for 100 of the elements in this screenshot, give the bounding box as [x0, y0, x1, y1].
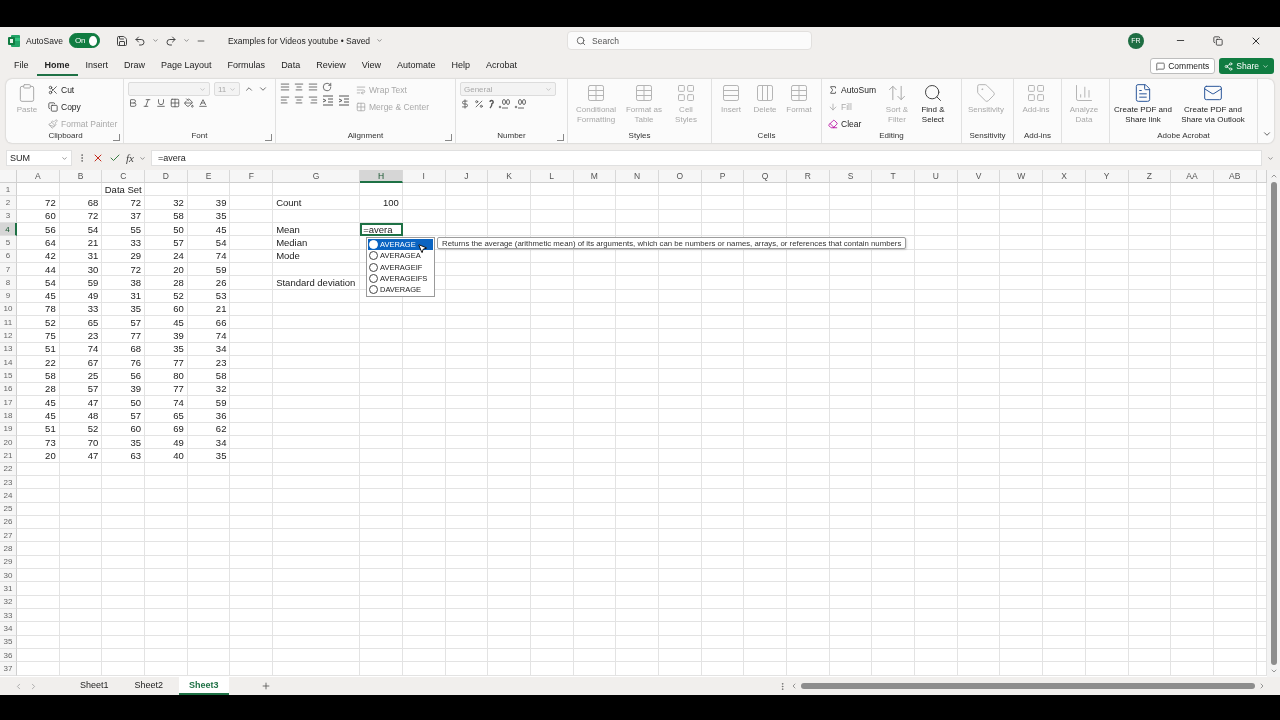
group-label: Alignment	[347, 131, 384, 142]
column-header[interactable]: B	[59, 170, 103, 183]
ribbon-tab[interactable]: Formulas	[219, 56, 274, 76]
column-header[interactable]: M	[573, 170, 617, 183]
row-header[interactable]: 17	[0, 396, 17, 410]
table-cell: 35	[187, 209, 231, 223]
autosum-button[interactable]: AutoSum	[826, 82, 878, 97]
row-header[interactable]: 30	[0, 569, 17, 583]
autosave-toggle[interactable]: On	[68, 33, 100, 48]
ribbon-tab[interactable]: File	[6, 56, 37, 76]
ribbon-tab[interactable]: Insert	[77, 56, 117, 76]
column-header[interactable]: L	[530, 170, 574, 183]
column-header[interactable]: H	[360, 170, 403, 183]
copy-button[interactable]: Copy	[46, 99, 120, 114]
create-pdf-button[interactable]: Create PDF and Share link	[1114, 82, 1172, 131]
column-header[interactable]: Q	[744, 170, 787, 183]
column-header[interactable]: E	[187, 170, 231, 183]
row-header[interactable]: 8	[0, 276, 17, 290]
row-header[interactable]: 21	[0, 449, 17, 463]
ribbon-tab[interactable]: Help	[443, 56, 479, 76]
column-header[interactable]: S	[829, 170, 873, 183]
name-box[interactable]: SUM	[6, 150, 72, 166]
column-header[interactable]: Z	[1128, 170, 1172, 183]
table-cell: 77	[102, 329, 146, 343]
find-select-button[interactable]: Find & Select	[915, 82, 950, 131]
row-header[interactable]: 12	[0, 329, 17, 343]
column-header[interactable]: R	[787, 170, 830, 183]
table-cell: 68	[102, 342, 146, 357]
column-header[interactable]: AB	[1213, 170, 1257, 183]
ribbon-tab[interactable]: Review	[308, 56, 354, 76]
table-cell: 69	[145, 422, 188, 436]
table-cell: 32	[145, 196, 188, 210]
table-cell: 59	[187, 262, 231, 277]
column-header[interactable]: A	[17, 170, 60, 183]
column-header[interactable]: U	[915, 170, 958, 183]
column-header[interactable]: O	[658, 170, 702, 183]
row-header[interactable]: 14	[0, 356, 17, 370]
column-header[interactable]: W	[1000, 170, 1044, 183]
clear-button[interactable]: Clear	[826, 116, 878, 131]
comments-button[interactable]: Comments	[1150, 58, 1216, 74]
row-header[interactable]: 1	[0, 183, 17, 197]
ribbon-tab[interactable]: Page Layout	[153, 56, 220, 76]
create-pdf-button[interactable]: Create PDF and Share via Outlook	[1176, 82, 1250, 131]
ribbon-tab[interactable]: Data	[273, 56, 309, 76]
autosave-label: AutoSave	[26, 35, 63, 46]
table-cell: 58	[17, 369, 60, 383]
table-cell: 35	[187, 449, 231, 463]
row-header[interactable]: 31	[0, 582, 17, 596]
row-header[interactable]: 24	[0, 489, 17, 503]
row-header[interactable]: 11	[0, 316, 17, 330]
column-header[interactable]: J	[445, 170, 489, 183]
table-cell: 58	[145, 209, 188, 223]
column-header[interactable]: T	[872, 170, 916, 183]
table-cell: Mode	[273, 249, 361, 263]
column-header[interactable]: Y	[1085, 170, 1129, 183]
row-header[interactable]: 27	[0, 529, 17, 543]
table-cell: 36	[187, 409, 231, 423]
sheet-tab[interactable]: Sheet3	[179, 677, 229, 695]
row-header[interactable]: 34	[0, 622, 17, 636]
column-header[interactable]: X	[1043, 170, 1086, 183]
table-cell: 39	[102, 382, 146, 396]
row-header[interactable]: 18	[0, 409, 17, 423]
row-header[interactable]: 5	[0, 236, 17, 250]
column-header[interactable]: D	[145, 170, 188, 183]
column-header[interactable]: K	[488, 170, 531, 183]
row-header[interactable]: 2	[0, 196, 17, 210]
column-header[interactable]: V	[957, 170, 1001, 183]
document-title[interactable]: Examples for Videos youtube • Saved	[227, 35, 371, 46]
table-cell: 45	[17, 409, 60, 423]
table-cell: 31	[59, 249, 103, 263]
column-header[interactable]: AA	[1171, 170, 1214, 183]
column-header[interactable]: C	[102, 170, 146, 183]
column-header[interactable]: N	[616, 170, 659, 183]
row-header[interactable]: 15	[0, 369, 17, 383]
sheet-tab[interactable]: Sheet2	[124, 677, 174, 695]
group-label: Clipboard	[48, 131, 83, 142]
ribbon-tab[interactable]: Acrobat	[478, 56, 526, 76]
insert-function-button[interactable]: fx	[126, 152, 134, 164]
table-cell: 76	[102, 356, 146, 370]
column-header[interactable]: F	[230, 170, 274, 183]
table-cell: 39	[187, 196, 231, 210]
sheet-tab[interactable]: Sheet1	[70, 677, 119, 695]
table-cell: 29	[102, 249, 146, 263]
column-header[interactable]: P	[701, 170, 745, 183]
column-header[interactable]: G	[273, 170, 361, 183]
row-header[interactable]: 28	[0, 542, 17, 556]
row-header[interactable]: 37	[0, 662, 17, 676]
ribbon-tab[interactable]: Automate	[389, 56, 444, 76]
ribbon-tab[interactable]: View	[353, 56, 389, 76]
formula-field[interactable]: =avera	[150, 150, 1262, 166]
row-header[interactable]: 33	[0, 609, 17, 623]
search-field[interactable]: Search	[567, 31, 813, 50]
table-cell: Standard deviation	[273, 276, 361, 290]
table-cell: 72	[102, 196, 146, 210]
cut-button[interactable]: Cut	[46, 82, 120, 97]
table-cell: 78	[17, 302, 60, 317]
share-button[interactable]: Share	[1219, 58, 1274, 74]
ribbon-tab[interactable]: Draw	[116, 56, 154, 76]
ribbon-tab[interactable]: Home	[36, 56, 78, 76]
column-header[interactable]: I	[402, 170, 446, 183]
